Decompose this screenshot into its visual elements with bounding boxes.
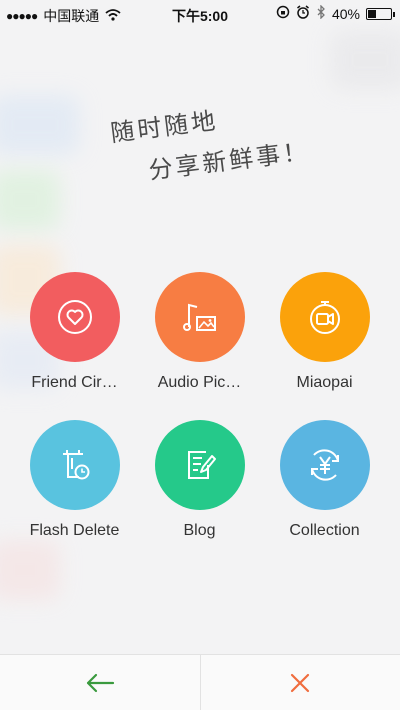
share-item-flash-delete[interactable]: Flash Delete xyxy=(8,420,141,540)
background-blur xyxy=(0,540,60,600)
heart-icon xyxy=(57,300,92,334)
share-item-circle[interactable] xyxy=(29,420,120,510)
bluetooth-icon xyxy=(316,4,326,22)
share-item-label: Blog xyxy=(183,522,216,539)
background-blur xyxy=(330,30,400,90)
slogan: 随时随地 分享新鲜事！ xyxy=(100,95,311,185)
alarm-icon xyxy=(296,5,310,22)
edit-note-icon xyxy=(187,451,216,479)
back-button[interactable] xyxy=(0,655,200,710)
background-blur xyxy=(0,170,60,230)
battery-icon xyxy=(366,7,395,20)
share-item-label: Flash Delete xyxy=(29,522,120,539)
close-button[interactable] xyxy=(201,655,400,710)
music-photo-icon xyxy=(182,303,216,331)
share-item-label: Collection xyxy=(289,522,360,539)
bottom-bar xyxy=(0,654,400,710)
share-item-audio-picture[interactable]: Audio Pic… xyxy=(133,272,266,392)
share-item-circle[interactable] xyxy=(29,272,120,362)
share-item-label: Audio Pic… xyxy=(157,374,242,391)
slogan-line-1: 随时随地 xyxy=(109,106,220,148)
orientation-lock-icon xyxy=(276,5,290,22)
share-item-collection[interactable]: Collection xyxy=(258,420,391,540)
arrow-left-icon[interactable] xyxy=(85,672,115,694)
background-blur xyxy=(0,95,80,155)
share-item-miaopai[interactable]: Miaopai xyxy=(258,272,391,392)
share-item-label: Friend Cir… xyxy=(31,374,118,391)
share-item-blog[interactable]: Blog xyxy=(133,420,266,540)
battery-percent: 40% xyxy=(331,5,360,22)
share-item-circle[interactable] xyxy=(154,272,245,362)
share-item-label: Miaopai xyxy=(296,374,353,391)
clock-delete-icon xyxy=(62,450,89,480)
close-icon[interactable] xyxy=(289,672,311,694)
share-item-circle[interactable] xyxy=(154,420,245,510)
yuan-refresh-icon xyxy=(310,449,339,481)
share-item-friend-circle[interactable]: Friend Cir… xyxy=(8,272,141,392)
share-item-circle[interactable] xyxy=(279,420,370,510)
share-item-circle[interactable] xyxy=(279,272,370,362)
status-bar: ●●●●● 中国联通 下午5:00 40% xyxy=(0,0,400,28)
timer-video-icon xyxy=(309,301,340,334)
